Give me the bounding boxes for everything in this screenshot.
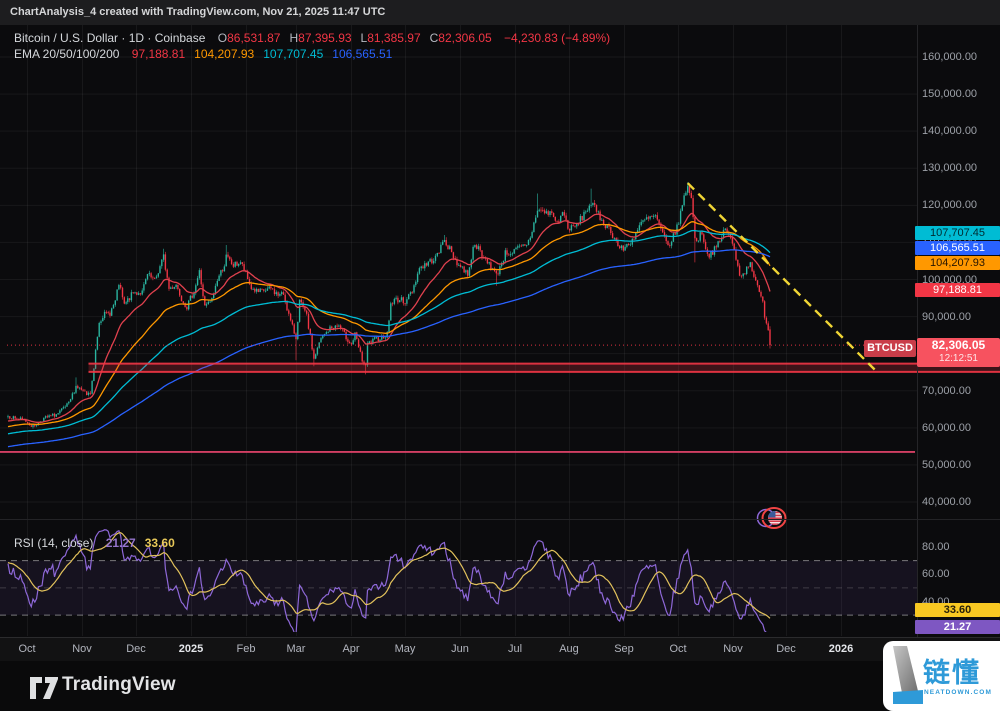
ema-value: 97,188.81: [131, 47, 186, 61]
time-tick-label: 2026: [828, 643, 854, 655]
ohlc-value: 82,306.05: [438, 31, 492, 45]
ema-price-badge: 106,565.51: [915, 241, 1000, 255]
ema-value: 106,565.51: [332, 47, 393, 61]
price-tick-label: 90,000.00: [922, 310, 971, 323]
price-tick-label: 70,000.00: [922, 384, 971, 397]
time-axis[interactable]: Oct Nov Dec 2025 Feb Mar Apr May Jun Jul Aug Sep Oct…: [0, 637, 1000, 662]
rsi-legend-row: RSI (14, close) 21.27 33.60: [14, 536, 175, 550]
price-tick-label: 160,000.00: [922, 51, 978, 63]
ema-values: 97,188.81 104,207.93 107,707.45 106,565.51: [123, 47, 393, 61]
ema-price-badge: 107,707.45: [915, 226, 1000, 240]
time-tick-label: Dec: [776, 643, 796, 655]
price-tick-label: 140,000.00: [922, 125, 978, 138]
current-price-value: 82,306.05: [931, 338, 986, 352]
ema-value: 107,707.45: [263, 47, 324, 61]
time-tick-label: Aug: [559, 643, 579, 655]
time-tick-label: May: [394, 643, 416, 655]
watermark-domain-text: NEATDOWN.COM: [924, 689, 992, 696]
price-tick-label: 40,000.00: [922, 496, 971, 508]
ohlc-label: O: [217, 31, 228, 45]
tradingview-chart-page: ChartAnalysis_4 created with TradingView…: [0, 0, 1000, 711]
pane-divider[interactable]: [0, 519, 1000, 520]
rsi-values: 21.27 33.60: [97, 536, 175, 550]
price-tick-label: 130,000.00: [922, 162, 978, 175]
watermark-card: 链懂 NEATDOWN.COM: [883, 641, 1000, 711]
rsi-value-badge: 21.27: [915, 620, 1000, 634]
window-title: ChartAnalysis_4 created with TradingView…: [10, 6, 386, 18]
ema-value: 104,207.93: [194, 47, 255, 61]
current-symbol-text: BTCUSD: [867, 342, 913, 354]
watermark-cjk-text: 链懂: [923, 658, 981, 688]
ema-price-badge: 104,207.93: [915, 256, 1000, 270]
price-tick-label: 150,000.00: [922, 88, 978, 101]
ohlc-label: L: [360, 31, 368, 45]
current-symbol-badge: BTCUSD: [864, 340, 916, 357]
price-tick-label: 50,000.00: [922, 458, 971, 471]
symbol-legend-row: Bitcoin / U.S. Dollar · 1D · Coinbase O8…: [14, 31, 610, 45]
downtrend-line[interactable]: [686, 182, 879, 374]
tradingview-brand-text[interactable]: TradingView: [62, 674, 176, 696]
ohlc-label: C: [429, 31, 439, 45]
ohlc-value: 87,395.93: [298, 31, 352, 45]
window-title-bar: ChartAnalysis_4 created with TradingView…: [0, 0, 1000, 25]
time-tick-label: Apr: [342, 643, 360, 655]
ohlc-value: 86,531.87: [227, 31, 281, 45]
time-tick-label: Oct: [18, 643, 36, 655]
time-tick-label: Feb: [236, 643, 256, 655]
neatdown-logo-icon: [893, 646, 923, 704]
bar-countdown: 12:12:51: [939, 353, 978, 364]
rsi-indicator-label[interactable]: RSI (14, close): [14, 536, 93, 550]
time-tick-label: Oct: [669, 643, 687, 655]
rsi-value: 21.27: [105, 536, 136, 550]
price-axis-border: [917, 25, 918, 637]
change-value: −4,230.83 (−4.89%): [504, 31, 611, 45]
candles-layer[interactable]: [7, 182, 771, 429]
current-price-badge: 82,306.05 12:12:51: [917, 338, 1000, 367]
time-tick-label: Nov: [723, 643, 743, 655]
symbol-title[interactable]: Bitcoin / U.S. Dollar · 1D · Coinbase: [14, 31, 205, 45]
ohlc-values: O86,531.87 H87,395.93 L81,385.97 C82,306.05: [209, 31, 492, 45]
ema-price-badge: 97,188.81: [915, 283, 1000, 297]
time-tick-label: Jun: [451, 643, 469, 655]
time-tick-label: Nov: [72, 643, 92, 655]
time-tick-label: Jul: [507, 643, 523, 655]
rsi-value: 33.60: [144, 536, 175, 550]
time-tick-label: Dec: [126, 643, 146, 655]
event-marker[interactable]: [756, 507, 787, 529]
ema-indicator-label[interactable]: EMA 20/50/100/200: [14, 47, 119, 61]
ohlc-value: 81,385.97: [367, 31, 421, 45]
tradingview-logo-icon[interactable]: [30, 676, 60, 700]
rsi-tick-label: 60.00: [922, 568, 950, 581]
time-tick-label: Sep: [614, 643, 634, 655]
time-tick-label: 2025: [178, 643, 204, 655]
time-tick-label: Mar: [286, 643, 306, 655]
price-tick-label: 60,000.00: [922, 421, 971, 434]
ema-legend-row: EMA 20/50/100/200 97,188.81 104,207.93 107…: [14, 47, 392, 61]
rsi-value-badge: 33.60: [915, 603, 1000, 617]
rsi-tick-label: 80.00: [922, 541, 950, 553]
ohlc-label: H: [289, 31, 299, 45]
chart-canvas[interactable]: [0, 0, 1000, 711]
price-tick-label: 120,000.00: [922, 199, 978, 212]
support-zone-fill[interactable]: [88, 363, 1000, 372]
